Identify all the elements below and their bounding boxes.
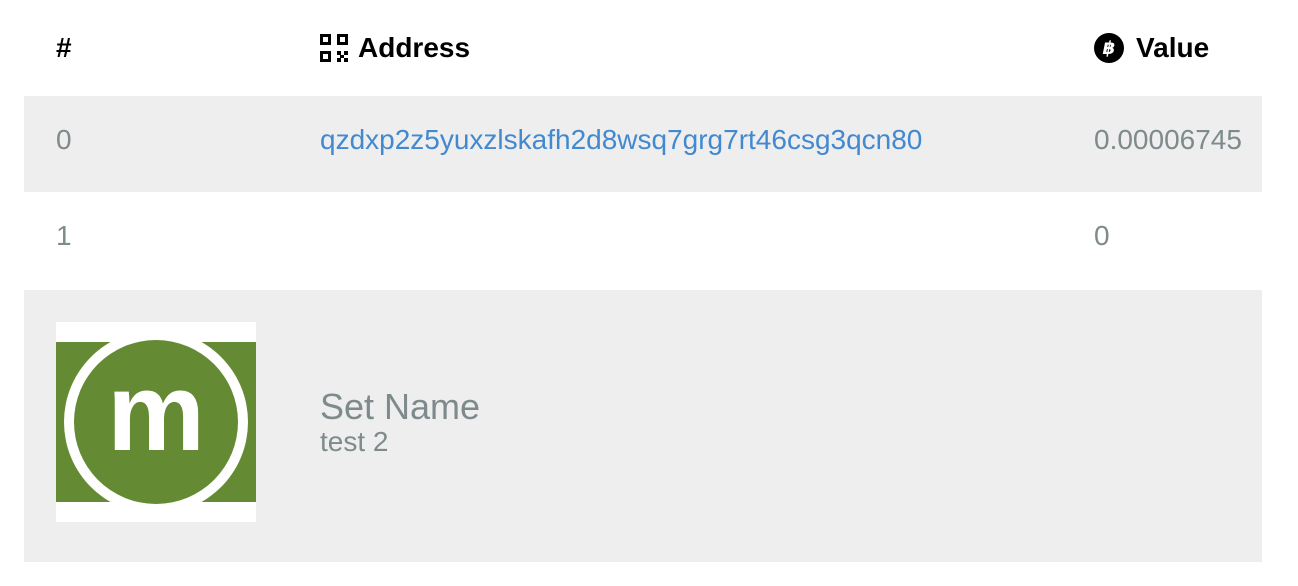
header-value-label: Value <box>1136 32 1210 63</box>
table-row: 0 qzdxp2z5yuxzlskafh2d8wsq7grg7rt46csg3q… <box>24 96 1262 192</box>
header-address: Address <box>320 32 470 64</box>
outputs-table: # Address ฿ Value 0 qzdxp2z5yuxzlskafh2d… <box>24 0 1262 562</box>
memo-logo-icon: m <box>56 330 256 514</box>
profile-row[interactable]: m Set Name test 2 <box>24 290 1262 562</box>
profile-subtitle: test 2 <box>320 426 389 457</box>
row-index: 0 <box>56 124 72 155</box>
table-row: 1 0 <box>24 192 1262 288</box>
table-header: # Address ฿ Value <box>24 0 1262 96</box>
address-link[interactable]: qzdxp2z5yuxzlskafh2d8wsq7grg7rt46csg3qcn… <box>320 124 922 156</box>
row-value: 0.00006745 <box>1094 124 1242 155</box>
qr-code-icon <box>320 34 348 62</box>
profile-name[interactable]: Set Name <box>320 386 480 428</box>
header-value: ฿ Value <box>1094 32 1209 64</box>
header-address-label: Address <box>358 32 471 63</box>
row-index: 1 <box>56 220 72 251</box>
row-value: 0 <box>1094 220 1110 251</box>
memo-logo[interactable]: m <box>56 322 256 522</box>
memo-logo-letter: m <box>107 351 205 474</box>
bitcoin-icon: ฿ <box>1094 33 1124 63</box>
header-index: # <box>56 32 72 63</box>
